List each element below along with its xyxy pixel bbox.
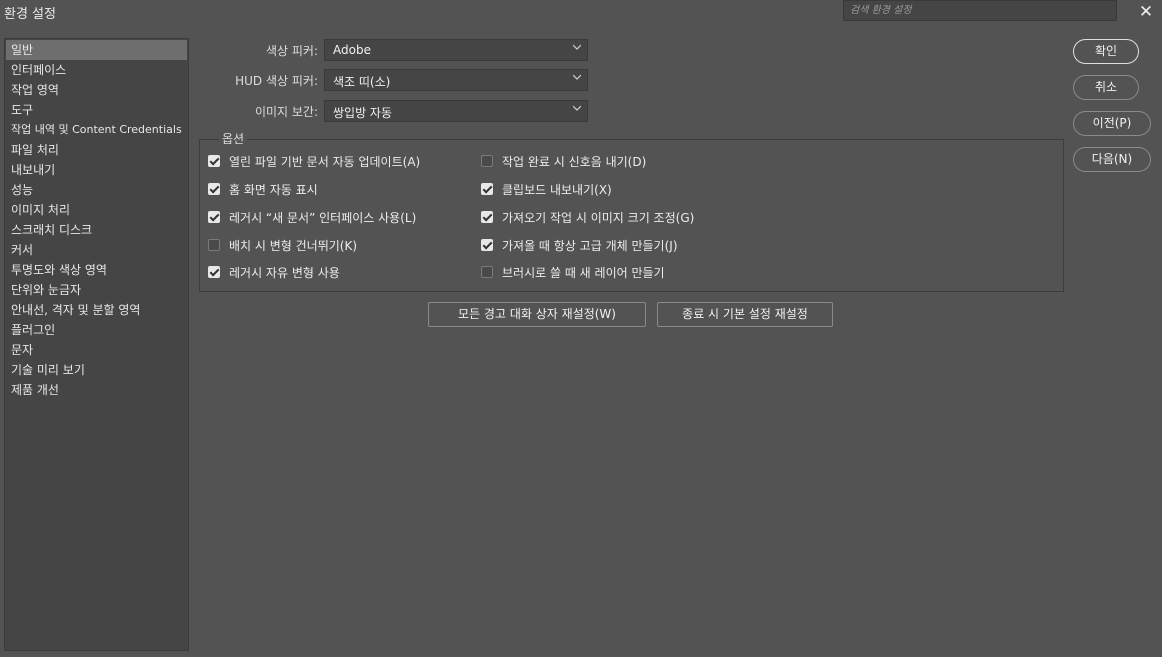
sidebar-item-file-handling[interactable]: 파일 처리 [5, 140, 188, 160]
sidebar-item-cursors[interactable]: 커서 [5, 240, 188, 260]
checkbox-always-smart-objects[interactable]: 가져올 때 항상 고급 개체 만들기(J) [481, 236, 678, 254]
checkbox-label: 브러시로 쓸 때 새 레이어 만들기 [502, 265, 665, 280]
sidebar-item-tools[interactable]: 도구 [5, 100, 188, 120]
sidebar-item-performance[interactable]: 성능 [5, 180, 188, 200]
checkbox-beep-when-done[interactable]: 작업 완료 시 신호음 내기(D) [481, 152, 646, 170]
chevron-down-icon [573, 74, 581, 80]
cancel-button[interactable]: 취소 [1073, 75, 1139, 100]
color-picker-label: 색상 피커: [265, 44, 318, 58]
chevron-down-icon [573, 44, 581, 50]
search-input[interactable] [843, 0, 1117, 21]
chevron-down-icon [573, 105, 581, 111]
checkbox-icon [208, 211, 220, 223]
sidebar-item-interface[interactable]: 인터페이스 [5, 60, 188, 80]
sidebar-item-type[interactable]: 문자 [5, 340, 188, 360]
checkbox-legacy-new-document[interactable]: 레거시 “새 문서” 인터페이스 사용(L) [208, 208, 416, 226]
checkbox-icon [208, 183, 220, 195]
checkbox-auto-update-documents[interactable]: 열린 파일 기반 문서 자동 업데이트(A) [208, 152, 420, 170]
reset-preferences-on-quit-button[interactable]: 종료 시 기본 설정 재설정 [657, 302, 833, 327]
checkbox-label: 가져오기 작업 시 이미지 크기 조정(G) [502, 210, 695, 225]
checkbox-label: 클립보드 내보내기(X) [502, 182, 612, 197]
interpolation-select[interactable]: 쌍입방 자동 [324, 100, 588, 122]
window-title: 환경 설정 [4, 7, 56, 22]
checkbox-legacy-free-transform[interactable]: 레거시 자유 변형 사용 [208, 263, 340, 281]
checkbox-skip-transform-on-place[interactable]: 배치 시 변형 건너뛰기(K) [208, 236, 357, 254]
ok-button[interactable]: 확인 [1073, 39, 1139, 64]
close-icon[interactable]: ✕ [1135, 2, 1157, 22]
sidebar-item-scratch-disks[interactable]: 스크래치 디스크 [5, 220, 188, 240]
reset-all-warnings-button[interactable]: 모든 경고 대화 상자 재설정(W) [428, 302, 646, 327]
next-button[interactable]: 다음(N) [1073, 147, 1151, 172]
interpolation-value: 쌍입방 자동 [333, 106, 393, 120]
hud-picker-select[interactable]: 색조 띠(소) [324, 69, 588, 91]
options-legend: 옵션 [219, 130, 248, 147]
checkbox-icon [481, 155, 493, 167]
checkbox-label: 열린 파일 기반 문서 자동 업데이트(A) [229, 154, 421, 169]
checkbox-icon [481, 211, 493, 223]
sidebar-item-history[interactable]: 작업 내역 및 Content Credentials [5, 120, 188, 140]
checkbox-icon [208, 266, 220, 278]
checkbox-auto-show-home[interactable]: 홈 화면 자동 표시 [208, 180, 318, 198]
sidebar-item-export[interactable]: 내보내기 [5, 160, 188, 180]
color-picker-select[interactable]: Adobe [324, 39, 588, 61]
checkbox-label: 작업 완료 시 신호음 내기(D) [502, 154, 647, 169]
sidebar-item-technology-previews[interactable]: 기술 미리 보기 [5, 360, 188, 380]
checkbox-label: 배치 시 변형 건너뛰기(K) [229, 238, 358, 253]
sidebar-item-product-improvement[interactable]: 제품 개선 [5, 380, 188, 400]
checkbox-icon [208, 155, 220, 167]
checkbox-icon [481, 239, 493, 251]
checkbox-icon [481, 266, 493, 278]
checkbox-export-clipboard[interactable]: 클립보드 내보내기(X) [481, 180, 612, 198]
sidebar-item-workspace[interactable]: 작업 영역 [5, 80, 188, 100]
interpolation-label: 이미지 보간: [254, 105, 318, 119]
sidebar-item-units-rulers[interactable]: 단위와 눈금자 [5, 280, 188, 300]
sidebar: 일반 인터페이스 작업 영역 도구 작업 내역 및 Content Creden… [4, 38, 189, 651]
checkbox-icon [208, 239, 220, 251]
color-picker-value: Adobe [333, 43, 371, 57]
sidebar-item-image-processing[interactable]: 이미지 처리 [5, 200, 188, 220]
checkbox-resize-image-on-place[interactable]: 가져오기 작업 시 이미지 크기 조정(G) [481, 208, 694, 226]
checkbox-label: 레거시 자유 변형 사용 [229, 265, 340, 280]
checkbox-label: 가져올 때 항상 고급 개체 만들기(J) [502, 238, 678, 253]
sidebar-item-guides-grid[interactable]: 안내선, 격자 및 분할 영역 [5, 300, 188, 320]
sidebar-item-general[interactable]: 일반 [6, 40, 187, 60]
checkbox-icon [481, 183, 493, 195]
title-bar: 환경 설정 ✕ [0, 0, 1162, 24]
sidebar-item-plugins[interactable]: 플러그인 [5, 320, 188, 340]
prev-button[interactable]: 이전(P) [1073, 111, 1151, 136]
hud-picker-label: HUD 색상 피커: [235, 74, 318, 88]
hud-picker-value: 색조 띠(소) [333, 75, 391, 89]
checkbox-label: 홈 화면 자동 표시 [229, 182, 318, 197]
checkbox-new-layer-brush[interactable]: 브러시로 쓸 때 새 레이어 만들기 [481, 263, 665, 281]
checkbox-label: 레거시 “새 문서” 인터페이스 사용(L) [229, 210, 417, 225]
sidebar-item-transparency[interactable]: 투명도와 색상 영역 [5, 260, 188, 280]
